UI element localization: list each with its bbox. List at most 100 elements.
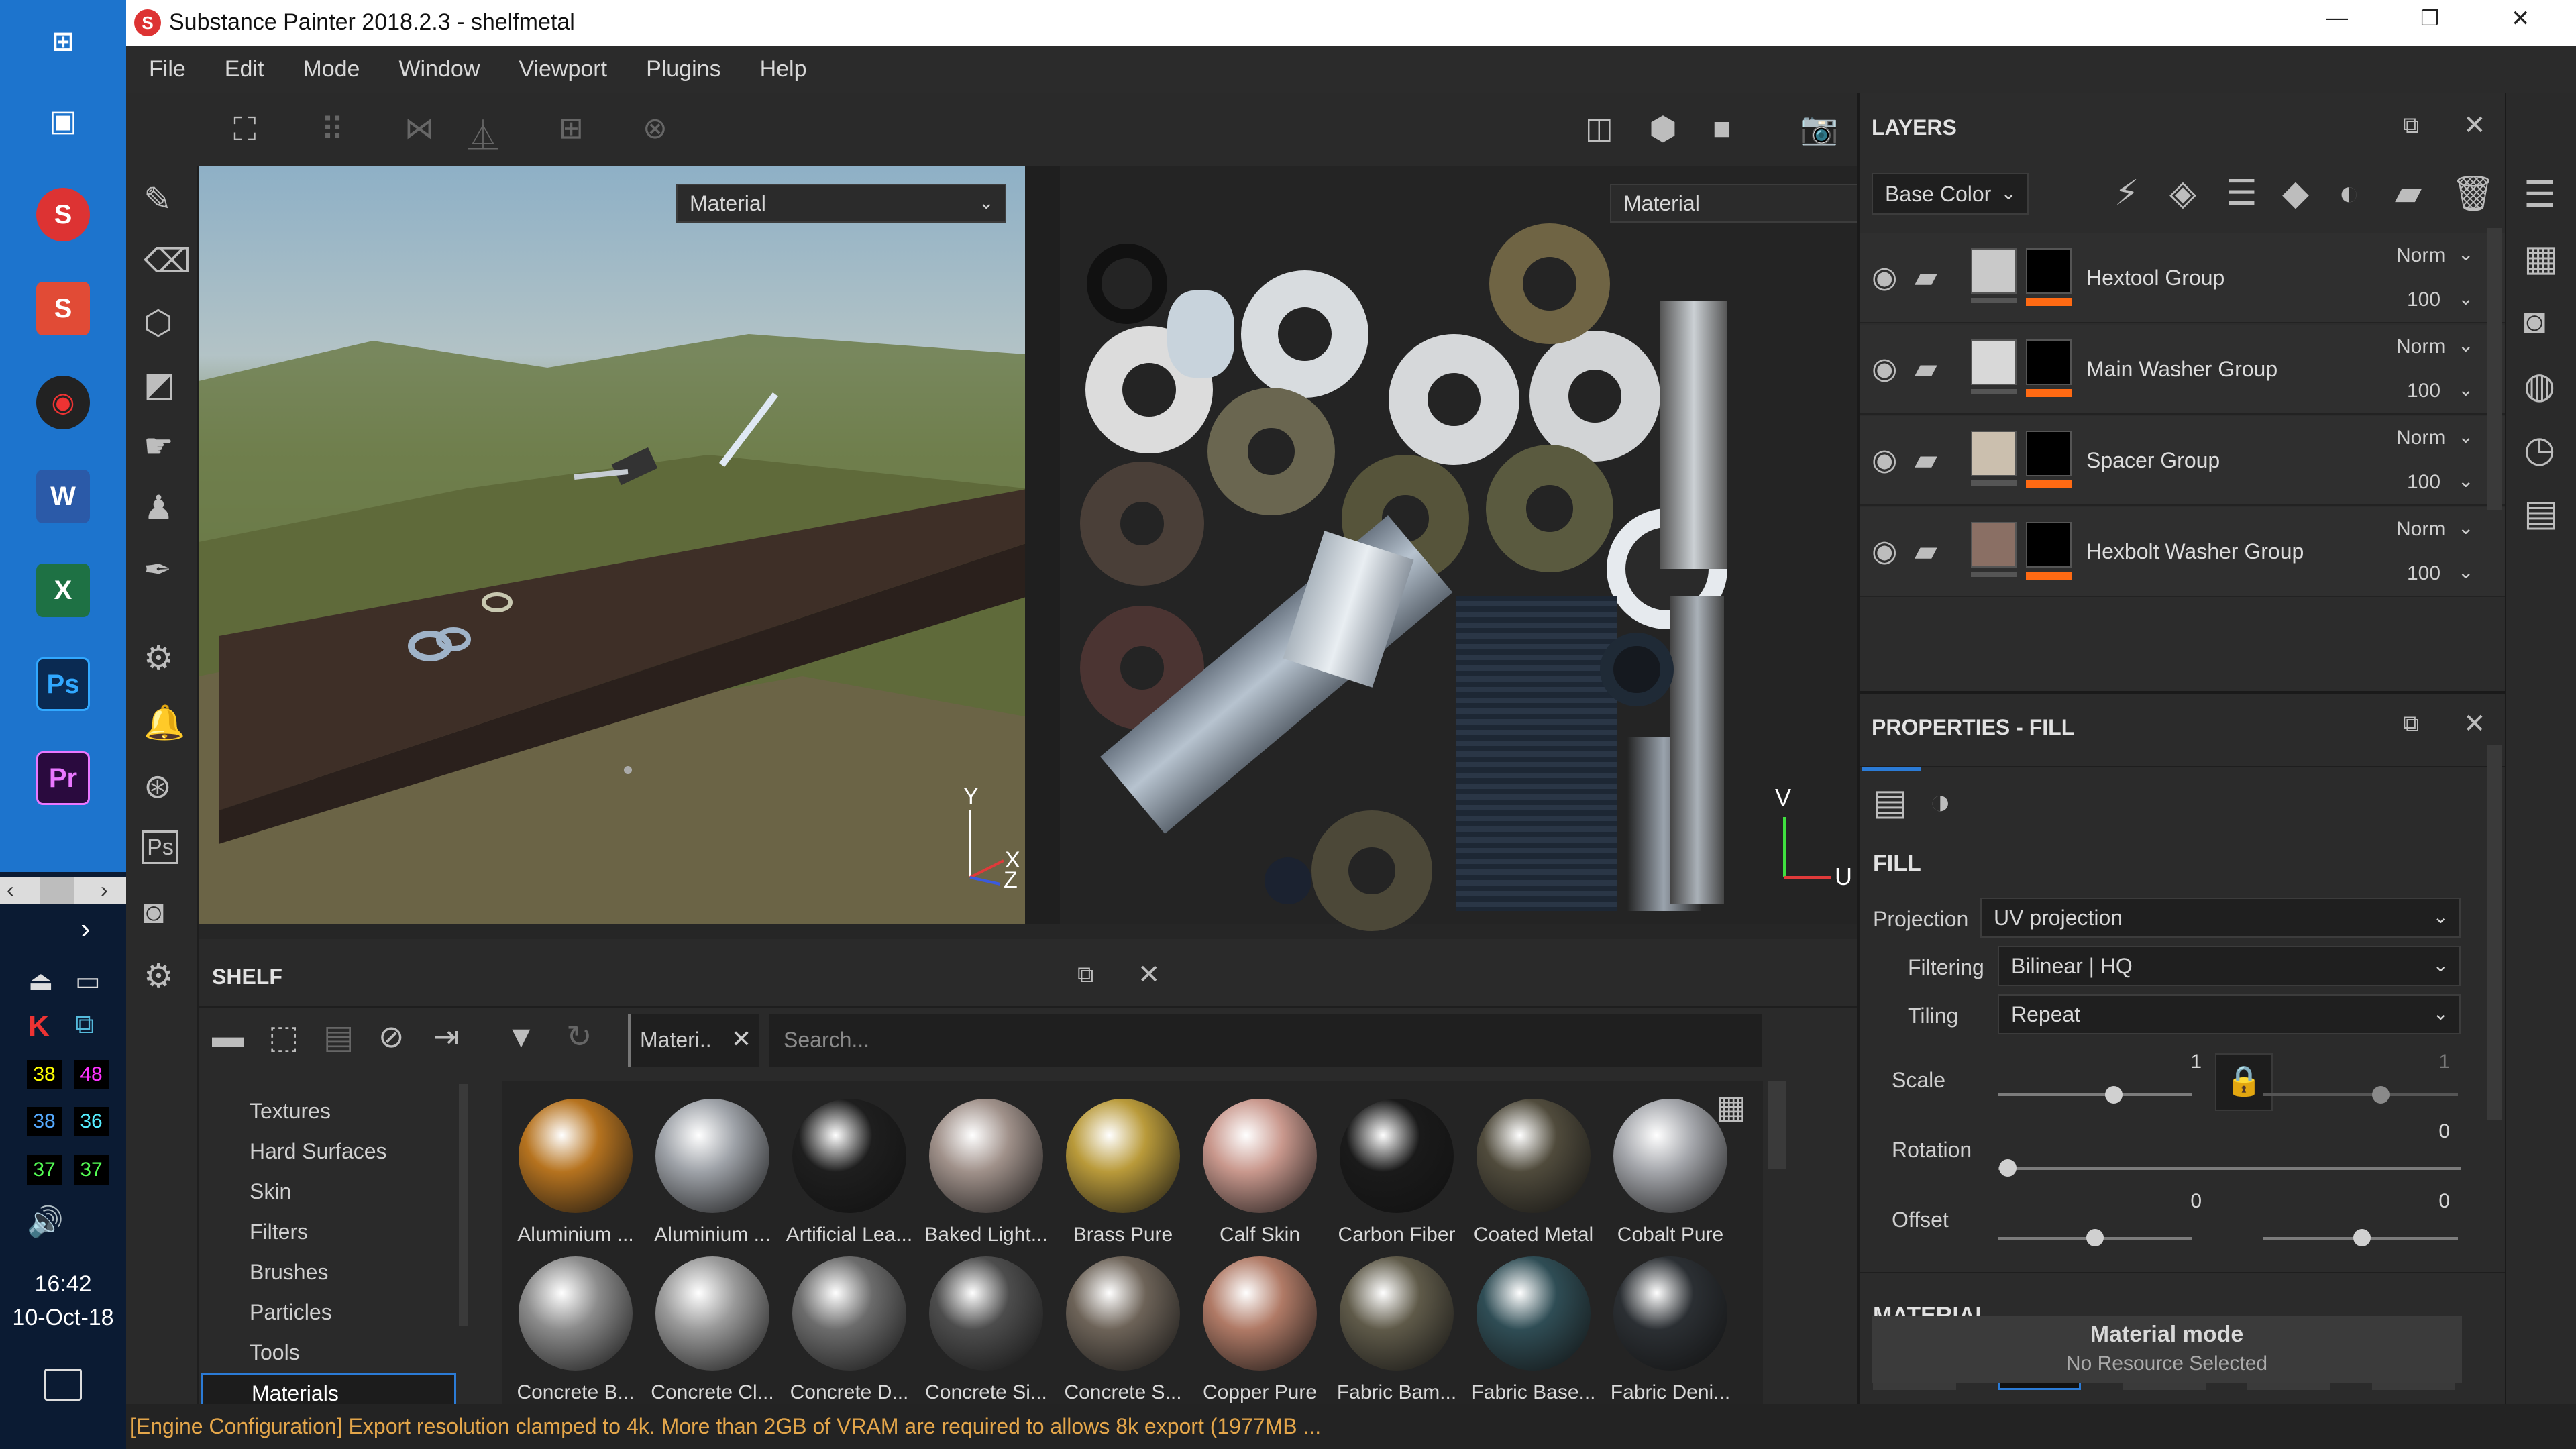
properties-scrollbar[interactable] bbox=[2487, 745, 2502, 1120]
shelf-material-item[interactable]: Concrete B... bbox=[507, 1252, 644, 1407]
settings-icon[interactable]: ⚙ bbox=[144, 957, 174, 996]
filter-tag[interactable]: Materi.. ✕ bbox=[628, 1014, 759, 1067]
split-view-icon[interactable]: ◫ bbox=[1585, 111, 1613, 146]
offset-x-value[interactable]: 0 bbox=[2161, 1190, 2202, 1213]
polygon-fill-icon[interactable]: ◩ bbox=[144, 365, 175, 404]
clock-date[interactable]: 10-Oct-18 bbox=[0, 1305, 126, 1331]
chevron-down-icon[interactable]: ⌄ bbox=[2458, 243, 2473, 265]
clone-stamp-icon[interactable]: ♟ bbox=[144, 488, 174, 527]
category-brushes[interactable]: Brushes bbox=[250, 1260, 328, 1285]
word-icon[interactable]: W bbox=[36, 470, 90, 523]
scale-value-2[interactable]: 1 bbox=[2410, 1051, 2450, 1073]
layers-panel-icon[interactable]: ☰ bbox=[2524, 173, 2556, 215]
scroll-left-icon[interactable]: ‹ bbox=[7, 877, 14, 902]
offset-x-slider-knob[interactable] bbox=[2086, 1229, 2104, 1246]
notification-icon[interactable] bbox=[44, 1368, 82, 1401]
menu-mode[interactable]: Mode bbox=[303, 56, 360, 83]
camera-icon[interactable]: ■ bbox=[1713, 110, 1731, 146]
menu-plugins[interactable]: Plugins bbox=[646, 56, 721, 83]
premiere-icon[interactable]: Pr bbox=[36, 751, 90, 805]
category-skin[interactable]: Skin bbox=[250, 1179, 291, 1204]
taskbar-scrollbar[interactable]: ‹ › bbox=[0, 877, 126, 904]
layer-name[interactable]: Hexbolt Washer Group bbox=[2086, 539, 2304, 564]
chevron-down-icon[interactable]: ⌄ bbox=[2458, 470, 2473, 492]
shelf-material-item[interactable]: Concrete S... bbox=[1055, 1252, 1191, 1407]
scale-value[interactable]: 1 bbox=[2161, 1051, 2202, 1073]
shelf-material-item[interactable]: Concrete Si... bbox=[918, 1252, 1055, 1407]
export-icon[interactable]: ◙ bbox=[144, 892, 164, 931]
scale-slider-knob[interactable] bbox=[2105, 1086, 2123, 1104]
layers-scrollbar[interactable] bbox=[2487, 228, 2502, 510]
offset-y-slider-knob[interactable] bbox=[2353, 1229, 2371, 1246]
shelf-material-item[interactable]: Cobalt Pure bbox=[1602, 1095, 1739, 1249]
add-smart-material-icon[interactable]: ◈ bbox=[2169, 173, 2196, 213]
log-icon[interactable]: ▤ bbox=[2524, 492, 2558, 534]
usb-icon[interactable]: ⏏ bbox=[28, 966, 54, 997]
layer-name[interactable]: Spacer Group bbox=[2086, 448, 2220, 473]
scale-slider-2[interactable] bbox=[2263, 1093, 2458, 1096]
close-panel-icon[interactable]: ✕ bbox=[1138, 959, 1161, 990]
add-layer-icon[interactable]: ☰ bbox=[2226, 173, 2257, 213]
layer-row[interactable]: ◉ ▰ Hexbolt Washer Group Norm ⌄ 100 ⌄ bbox=[1860, 507, 2505, 597]
close-window-icon[interactable]: ✕ bbox=[2511, 5, 2530, 32]
float-panel-icon[interactable]: ⧉ bbox=[1077, 962, 1093, 988]
chevron-right-icon[interactable]: › bbox=[80, 912, 91, 946]
import-icon[interactable]: ⇥ bbox=[433, 1018, 460, 1055]
visibility-toggle-icon[interactable]: ◉ bbox=[1872, 352, 1897, 386]
cube-view-icon[interactable]: ⬢ bbox=[1649, 110, 1677, 148]
add-fill-layer-icon[interactable]: ◆ bbox=[2282, 173, 2309, 213]
drive-icon[interactable]: ▭ bbox=[75, 966, 101, 997]
visibility-toggle-icon[interactable]: ◉ bbox=[1872, 443, 1897, 477]
projection-dropdown[interactable]: UV projection ⌄ bbox=[1980, 898, 2461, 938]
photoshop-icon[interactable]: Ps bbox=[36, 657, 90, 711]
menu-help[interactable]: Help bbox=[760, 56, 807, 83]
visibility-toggle-icon[interactable]: ◉ bbox=[1872, 534, 1897, 568]
screenshot-icon[interactable]: 📷 bbox=[1800, 110, 1838, 147]
chevron-down-icon[interactable]: ⌄ bbox=[2458, 334, 2473, 356]
chevron-down-icon[interactable]: ⌄ bbox=[2458, 287, 2473, 309]
photoshop-bridge-icon[interactable]: Ps bbox=[142, 830, 178, 864]
shelf-material-item[interactable]: Concrete D... bbox=[781, 1252, 918, 1407]
menu-edit[interactable]: Edit bbox=[225, 56, 264, 83]
minimize-icon[interactable]: — bbox=[2326, 5, 2348, 30]
shelf-material-item[interactable]: Copper Pure bbox=[1191, 1252, 1328, 1407]
eraser-icon[interactable]: ⌫ bbox=[144, 241, 191, 280]
texture-set-icon[interactable]: ▦ bbox=[2524, 237, 2558, 279]
fill-tab-icon[interactable]: ▤ bbox=[1873, 781, 1907, 823]
menu-file[interactable]: File bbox=[149, 56, 186, 83]
layer-row[interactable]: ◉ ▰ Hextool Group Norm ⌄ 100 ⌄ bbox=[1860, 233, 2505, 323]
shelf-material-item[interactable]: Baked Light... bbox=[918, 1095, 1055, 1249]
add-view-icon[interactable]: ⊞ bbox=[559, 111, 584, 146]
folder-icon[interactable]: ▰ bbox=[1915, 260, 1937, 294]
menu-window[interactable]: Window bbox=[398, 56, 480, 83]
category-filters[interactable]: Filters bbox=[250, 1220, 308, 1244]
close-panel-icon[interactable]: ✕ bbox=[2463, 708, 2486, 739]
tiling-dropdown[interactable]: Repeat ⌄ bbox=[1998, 994, 2461, 1034]
mask-tab-icon[interactable]: ◑ bbox=[1929, 781, 1951, 822]
offset-y-value[interactable]: 0 bbox=[2410, 1190, 2450, 1213]
channel-dropdown[interactable]: Base Color ⌄ bbox=[1872, 173, 2029, 215]
delete-layer-icon[interactable]: 🗑 bbox=[2451, 173, 2496, 214]
folder-icon[interactable]: ▰ bbox=[1915, 534, 1937, 568]
mirror-y-icon[interactable]: ⏅ bbox=[468, 111, 498, 154]
layer-name[interactable]: Hextool Group bbox=[2086, 266, 2224, 290]
chevron-down-icon[interactable]: ⌄ bbox=[2458, 378, 2473, 400]
blend-mode[interactable]: Norm bbox=[2396, 335, 2445, 358]
add-mask-icon[interactable]: ◐ bbox=[2339, 173, 2359, 213]
refresh-icon[interactable]: ↻ bbox=[566, 1018, 592, 1055]
shelf-material-item[interactable]: Fabric Deni... bbox=[1602, 1252, 1739, 1407]
layer-row[interactable]: ◉ ▰ Spacer Group Norm ⌄ 100 ⌄ bbox=[1860, 416, 2505, 506]
category-particles[interactable]: Particles bbox=[250, 1300, 332, 1325]
folder-icon[interactable]: ▬ bbox=[212, 1018, 244, 1055]
shelf-material-item[interactable]: Concrete Cl... bbox=[644, 1252, 781, 1407]
folder-icon[interactable]: ▰ bbox=[1915, 443, 1937, 477]
excel-icon[interactable]: X bbox=[36, 564, 90, 617]
shelf-material-item[interactable]: Fabric Base... bbox=[1465, 1252, 1602, 1407]
blend-mode[interactable]: Norm bbox=[2396, 244, 2445, 267]
restore-icon[interactable]: ❐ bbox=[2420, 5, 2440, 31]
save-icon[interactable]: ▤ bbox=[323, 1018, 354, 1056]
add-folder-icon[interactable]: ▰ bbox=[2395, 173, 2422, 213]
tile-grid-icon[interactable]: ⠿ bbox=[321, 111, 344, 149]
network-icon[interactable]: ⧉ bbox=[75, 1010, 95, 1040]
rotation-slider[interactable] bbox=[1998, 1167, 2461, 1170]
